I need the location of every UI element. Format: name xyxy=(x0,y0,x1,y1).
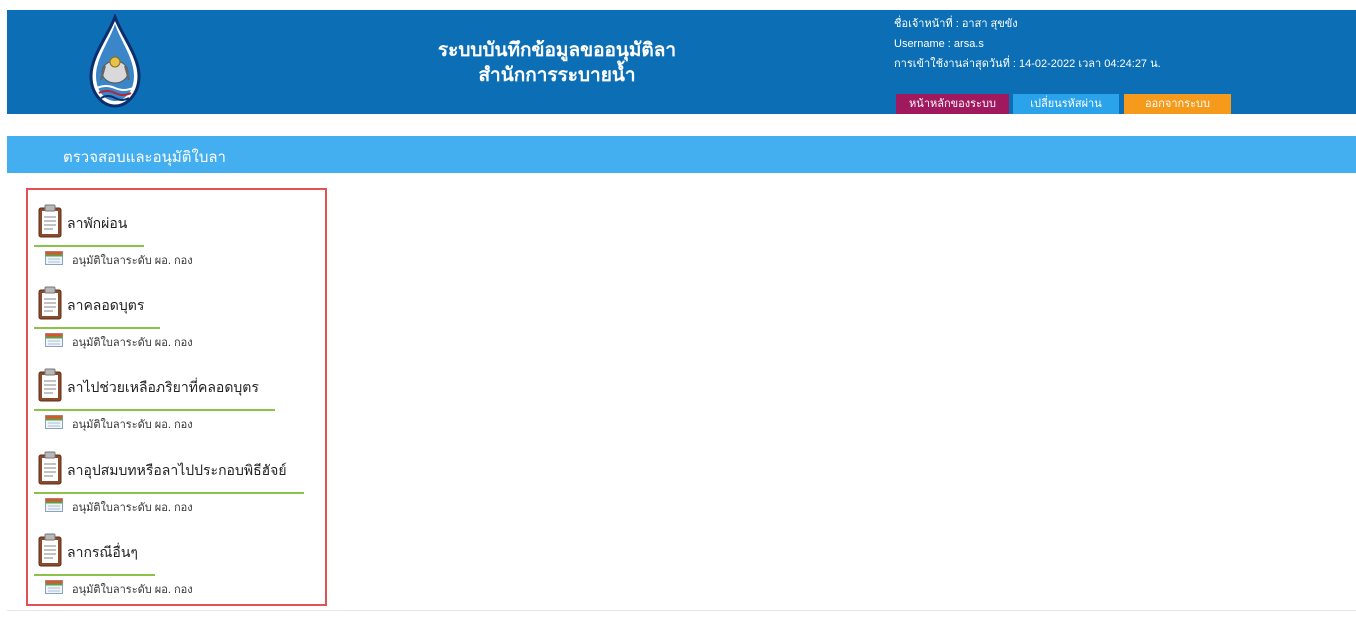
document-icon xyxy=(45,580,63,594)
last-login: การเข้าใช้งานล่าสุดวันที่ : 14-02-2022 เ… xyxy=(894,58,1161,70)
username: Username : arsa.s xyxy=(894,38,984,50)
item-underline xyxy=(34,574,155,576)
section-header: ตรวจสอบและอนุมัติใบลา xyxy=(7,136,1356,173)
home-button[interactable]: หน้าหลักของระบบ xyxy=(896,94,1009,114)
leave-type-label[interactable]: ลาคลอดบุตร xyxy=(67,295,144,317)
clipboard-icon xyxy=(38,204,62,238)
leave-type-label[interactable]: ลาอุปสมบทหรือลาไปประกอบพิธีฮัจย์ xyxy=(67,460,287,482)
officer-name: ชื่อเจ้าหน้าที่ : อาสา สุขขัง xyxy=(894,18,1018,30)
department-logo xyxy=(89,14,141,108)
item-underline xyxy=(34,492,304,494)
item-underline xyxy=(34,409,275,411)
leave-type-list: ลาพักผ่อน อนุมัติใบลาระดับ ผอ. กอง ลาคลอ… xyxy=(26,188,327,606)
item-underline xyxy=(34,245,144,247)
leave-item: ลาพักผ่อน อนุมัติใบลาระดับ ผอ. กอง xyxy=(28,190,325,270)
approve-label: อนุมัติใบลาระดับ ผอ. กอง xyxy=(72,255,193,267)
system-title: ระบบบันทึกข้อมูลขออนุมัติลา สำนักการระบา… xyxy=(427,38,687,88)
logout-button[interactable]: ออกจากระบบ xyxy=(1124,94,1231,114)
document-icon xyxy=(45,333,63,347)
leave-item: ลากรณีอื่นๆ อนุมัติใบลาระดับ ผอ. กอง xyxy=(28,519,325,599)
clipboard-icon xyxy=(38,368,62,402)
system-title-line1: ระบบบันทึกข้อมูลขออนุมัติลา xyxy=(437,40,677,61)
clipboard-icon xyxy=(38,286,62,320)
leave-type-label[interactable]: ลาพักผ่อน xyxy=(67,213,127,235)
header-bar: ระบบบันทึกข้อมูลขออนุมัติลา สำนักการระบา… xyxy=(7,10,1356,114)
approve-label: อนุมัติใบลาระดับ ผอ. กอง xyxy=(72,419,193,431)
approve-label: อนุมัติใบลาระดับ ผอ. กอง xyxy=(72,337,193,349)
leave-type-label[interactable]: ลากรณีอื่นๆ xyxy=(67,542,138,564)
clipboard-icon xyxy=(38,451,62,485)
leave-type-label[interactable]: ลาไปช่วยเหลือภริยาที่คลอดบุตร xyxy=(67,377,259,399)
document-icon xyxy=(45,498,63,512)
document-icon xyxy=(45,251,63,265)
leave-item: ลาอุปสมบทหรือลาไปประกอบพิธีฮัจย์ อนุมัติ… xyxy=(28,437,325,517)
bottom-divider xyxy=(7,610,1356,611)
change-password-button[interactable]: เปลี่ยนรหัสผ่าน xyxy=(1013,94,1119,114)
system-title-line2: สำนักการระบายน้ำ xyxy=(478,65,636,86)
nav-buttons: หน้าหลักของระบบ เปลี่ยนรหัสผ่าน ออกจากระ… xyxy=(896,94,1231,114)
leave-item: ลาคลอดบุตร อนุมัติใบลาระดับ ผอ. กอง xyxy=(28,272,325,352)
item-underline xyxy=(34,327,160,329)
leave-item: ลาไปช่วยเหลือภริยาที่คลอดบุตร อนุมัติใบล… xyxy=(28,354,325,434)
clipboard-icon xyxy=(38,533,62,567)
document-icon xyxy=(45,415,63,429)
user-info: ชื่อเจ้าหน้าที่ : อาสา สุขขัง Username :… xyxy=(894,14,1161,74)
approve-label: อนุมัติใบลาระดับ ผอ. กอง xyxy=(72,502,193,514)
approve-label: อนุมัติใบลาระดับ ผอ. กอง xyxy=(72,584,193,596)
section-title: ตรวจสอบและอนุมัติใบลา xyxy=(63,149,226,166)
